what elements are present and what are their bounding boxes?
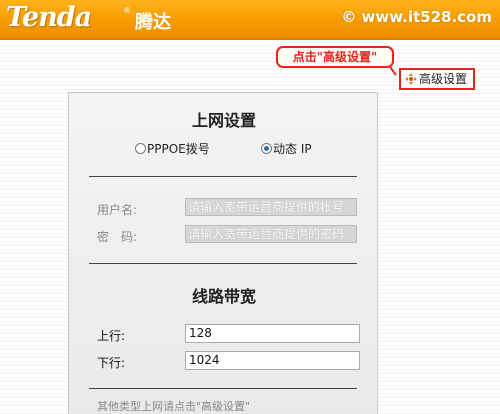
radio-dynamic-ip[interactable]: 动态 IP (261, 140, 312, 157)
divider (89, 388, 357, 389)
divider (89, 176, 357, 177)
divider (89, 263, 357, 264)
internet-settings-panel: 上网设置 PPPOE拨号 动态 IP 用户名: 请输入宽带运营商提供的帐号 密 … (68, 92, 378, 414)
gear-arrows-icon (405, 73, 417, 85)
watermark: © www.it528.com (341, 8, 492, 26)
radio-pppoe-label: PPPOE拨号 (147, 142, 210, 156)
password-label: 密 码: (97, 230, 138, 244)
header-bar: Tenda ® 腾达 © www.it528.com (0, 0, 500, 40)
radio-button[interactable] (135, 143, 146, 154)
download-label: 下行: (97, 356, 126, 370)
upload-input[interactable]: 128 (185, 324, 360, 343)
radio-dynamic-ip-label: 动态 IP (273, 142, 312, 156)
advanced-settings-label: 高级设置 (419, 72, 468, 86)
username-input[interactable]: 请输入宽带运营商提供的帐号 (185, 198, 357, 216)
radio-pppoe[interactable]: PPPOE拨号 (135, 140, 210, 157)
annotation-callout: 点击"高级设置" (276, 46, 394, 68)
advanced-settings-button[interactable]: 高级设置 (399, 68, 475, 90)
password-input[interactable]: 请输入宽带运营商提供的密码 (185, 225, 357, 243)
tenda-logo: Tenda (6, 2, 92, 33)
download-input[interactable]: 1024 (185, 351, 360, 370)
advanced-hint-text: 其他类型上网请点击"高级设置" (97, 400, 251, 413)
panel-title: 上网设置 (191, 111, 256, 130)
registered-mark: ® (123, 6, 131, 15)
tenda-logo-chinese: 腾达 (135, 12, 171, 33)
upload-label: 上行: (97, 329, 126, 343)
bandwidth-title: 线路带宽 (191, 287, 256, 306)
username-label: 用户名: (97, 203, 138, 217)
radio-button-selected[interactable] (261, 143, 272, 154)
